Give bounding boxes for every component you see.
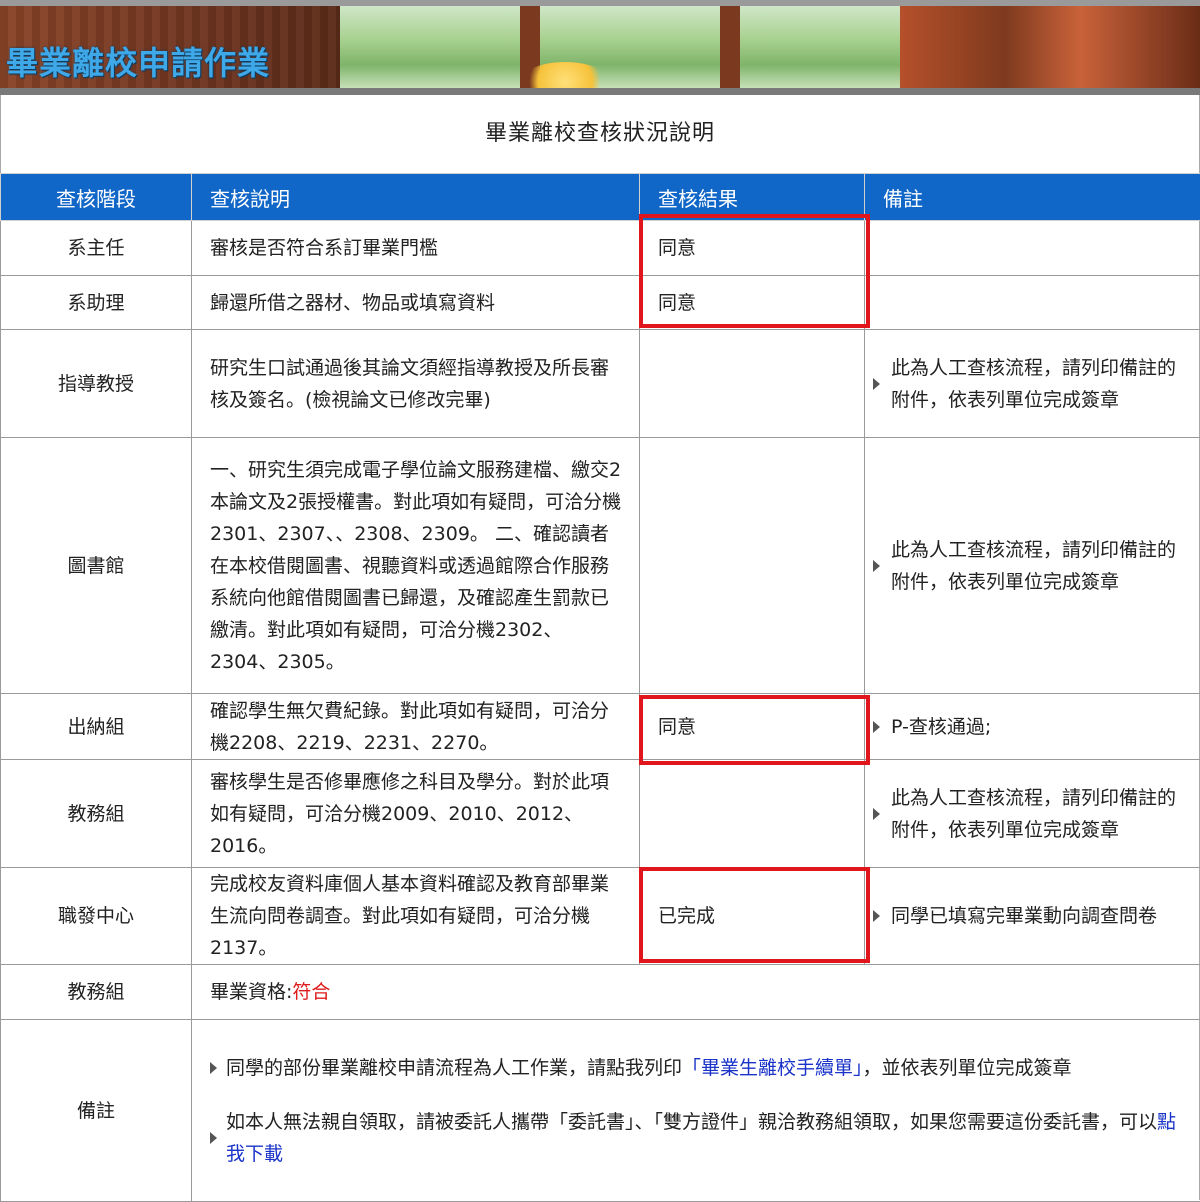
banner-title: 畢業離校申請作業 [6, 38, 270, 84]
row-note [865, 276, 1200, 330]
row-note-text: 此為人工查核流程，請列印備註的附件，依表列單位完成簽章 [891, 357, 1176, 411]
print-form-link[interactable]: 「畢業生離校手續單」 [682, 1057, 863, 1079]
main-content: 畢業離校查核狀況說明 查核階段 查核說明 查核結果 備註 系主任 審核是否符合系… [0, 95, 1200, 1200]
table-row: 指導教授 研究生口試通過後其論文須經指導教授及所長審核及簽名。(檢視論文已修改完… [1, 330, 1200, 438]
table-row: 系助理 歸還所借之器材、物品或填寫資料 同意 [1, 276, 1200, 330]
banner-frame-image [900, 6, 1200, 90]
qualification-value: 符合 [292, 981, 330, 1003]
table-row: 出納組 確認學生無欠費紀錄。對此項如有疑問，可洽分機2208、2219、2231… [1, 694, 1200, 760]
row-result [640, 330, 865, 438]
table-row: 教務組 畢業資格:符合 [1, 965, 1200, 1020]
row-description: 審核是否符合系訂畢業門檻 [192, 221, 640, 276]
row-description: 確認學生無欠費紀錄。對此項如有疑問，可洽分機2208、2219、2231、227… [192, 694, 640, 760]
remark-text: 如本人無法親自領取，請被委託人攜帶「委託書」、「雙方證件」親洽教務組領取，如果您… [226, 1111, 1157, 1133]
row-note-text: 同學已填寫完畢業動向調查問卷 [891, 905, 1157, 927]
table-row: 職發中心 完成校友資料庫個人基本資料確認及教育部畢業生流向問卷調查。對此項如有疑… [1, 868, 1200, 965]
table-row: 系主任 審核是否符合系訂畢業門檻 同意 [1, 221, 1200, 276]
remark-text: ，並依表列單位完成簽章 [863, 1057, 1072, 1079]
row-result [640, 760, 865, 868]
row-note: 此為人工查核流程，請列印備註的附件，依表列單位完成簽章 [865, 438, 1200, 694]
row-note: 同學已填寫完畢業動向調查問卷 [865, 868, 1200, 965]
row-stage: 出納組 [1, 694, 192, 760]
row-stage: 職發中心 [1, 868, 192, 965]
row-note: 此為人工查核流程，請列印備註的附件，依表列單位完成簽章 [865, 330, 1200, 438]
row-stage: 指導教授 [1, 330, 192, 438]
remark-item: 同學的部份畢業離校申請流程為人工作業，請點我列印「畢業生離校手續單」，並依表列單… [210, 1052, 1186, 1084]
row-stage: 備註 [1, 1020, 192, 1202]
qualification-cell: 畢業資格:符合 [192, 965, 1200, 1020]
arrow-right-icon [210, 1132, 217, 1144]
row-note-text: 此為人工查核流程，請列印備註的附件，依表列單位完成簽章 [891, 539, 1176, 593]
arrow-right-icon [873, 721, 880, 733]
remarks-cell: 同學的部份畢業離校申請流程為人工作業，請點我列印「畢業生離校手續單」，並依表列單… [192, 1020, 1200, 1202]
arrow-right-icon [873, 808, 880, 820]
arrow-right-icon [873, 560, 880, 572]
row-note [865, 221, 1200, 276]
table-header-row: 查核階段 查核說明 查核結果 備註 [1, 174, 1200, 221]
row-description: 研究生口試通過後其論文須經指導教授及所長審核及簽名。(檢視論文已修改完畢) [192, 330, 640, 438]
row-note-text: 此為人工查核流程，請列印備註的附件，依表列單位完成簽章 [891, 787, 1176, 841]
row-stage: 系助理 [1, 276, 192, 330]
table-row: 教務組 審核學生是否修畢應修之科目及學分。對於此項如有疑問，可洽分機2009、2… [1, 760, 1200, 868]
header-note: 備註 [865, 174, 1200, 221]
row-stage: 教務組 [1, 965, 192, 1020]
remark-text: 同學的部份畢業離校申請流程為人工作業，請點我列印 [226, 1057, 682, 1079]
table-row: 圖書館 一、研究生須完成電子學位論文服務建檔、繳交2本論文及2張授權書。對此項如… [1, 438, 1200, 694]
row-description: 審核學生是否修畢應修之科目及學分。對於此項如有疑問，可洽分機2009、2010、… [192, 760, 640, 868]
page-title: 畢業離校查核狀況說明 [1, 95, 1199, 174]
arrow-right-icon [873, 378, 880, 390]
qualification-label: 畢業資格: [210, 981, 292, 1003]
row-description: 完成校友資料庫個人基本資料確認及教育部畢業生流向問卷調查。對此項如有疑問，可洽分… [192, 868, 640, 965]
row-result: 同意 [640, 276, 865, 330]
banner-window-image [340, 6, 900, 90]
row-result [640, 438, 865, 694]
row-result: 同意 [640, 221, 865, 276]
header-result: 查核結果 [640, 174, 865, 221]
audit-status-table: 查核階段 查核說明 查核結果 備註 系主任 審核是否符合系訂畢業門檻 同意 系助… [0, 173, 1200, 1202]
row-note: 此為人工查核流程，請列印備註的附件，依表列單位完成簽章 [865, 760, 1200, 868]
header-stage: 查核階段 [1, 174, 192, 221]
banner-bottom-bar [0, 88, 1200, 95]
row-note-text: P-查核通過; [891, 716, 991, 738]
table-row: 備註 同學的部份畢業離校申請流程為人工作業，請點我列印「畢業生離校手續單」，並依… [1, 1020, 1200, 1202]
remark-item: 如本人無法親自領取，請被委託人攜帶「委託書」、「雙方證件」親洽教務組領取，如果您… [210, 1106, 1186, 1170]
row-stage: 圖書館 [1, 438, 192, 694]
arrow-right-icon [873, 910, 880, 922]
row-result: 已完成 [640, 868, 865, 965]
header-description: 查核說明 [192, 174, 640, 221]
row-description: 一、研究生須完成電子學位論文服務建檔、繳交2本論文及2張授權書。對此項如有疑問，… [192, 438, 640, 694]
row-stage: 系主任 [1, 221, 192, 276]
arrow-right-icon [210, 1062, 217, 1074]
row-stage: 教務組 [1, 760, 192, 868]
row-result: 同意 [640, 694, 865, 760]
row-note: P-查核通過; [865, 694, 1200, 760]
banner: 畢業離校申請作業 [0, 0, 1200, 95]
row-description: 歸還所借之器材、物品或填寫資料 [192, 276, 640, 330]
